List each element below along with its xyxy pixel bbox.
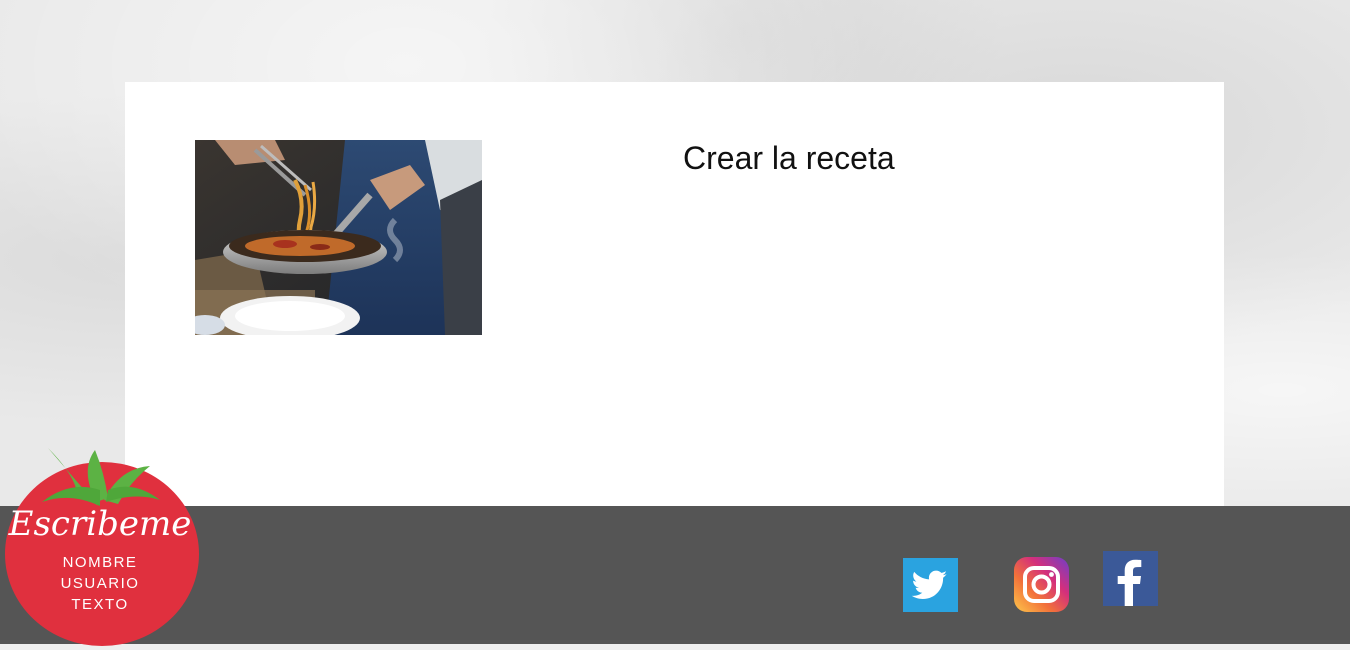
instagram-icon [1014,557,1069,612]
page-title: Crear la receta [683,140,895,176]
badge-title: Escribeme [8,504,192,544]
facebook-icon [1103,551,1158,606]
badge-line-name: NOMBRE [62,554,138,571]
twitter-icon [903,558,958,612]
facebook-link[interactable] [1103,551,1158,606]
badge-line-user: USUARIO [60,575,140,592]
badge-line-text: TEXTO [71,596,129,613]
pasta-pan-photo-icon [195,140,482,335]
twitter-link[interactable] [903,558,958,612]
tomato-icon [5,448,199,646]
recipe-photo [195,140,482,335]
main-card: Crear la receta [125,82,1224,506]
write-me-badge[interactable]: Escribeme NOMBRE USUARIO TEXTO [0,440,210,650]
instagram-link[interactable] [1014,557,1069,612]
